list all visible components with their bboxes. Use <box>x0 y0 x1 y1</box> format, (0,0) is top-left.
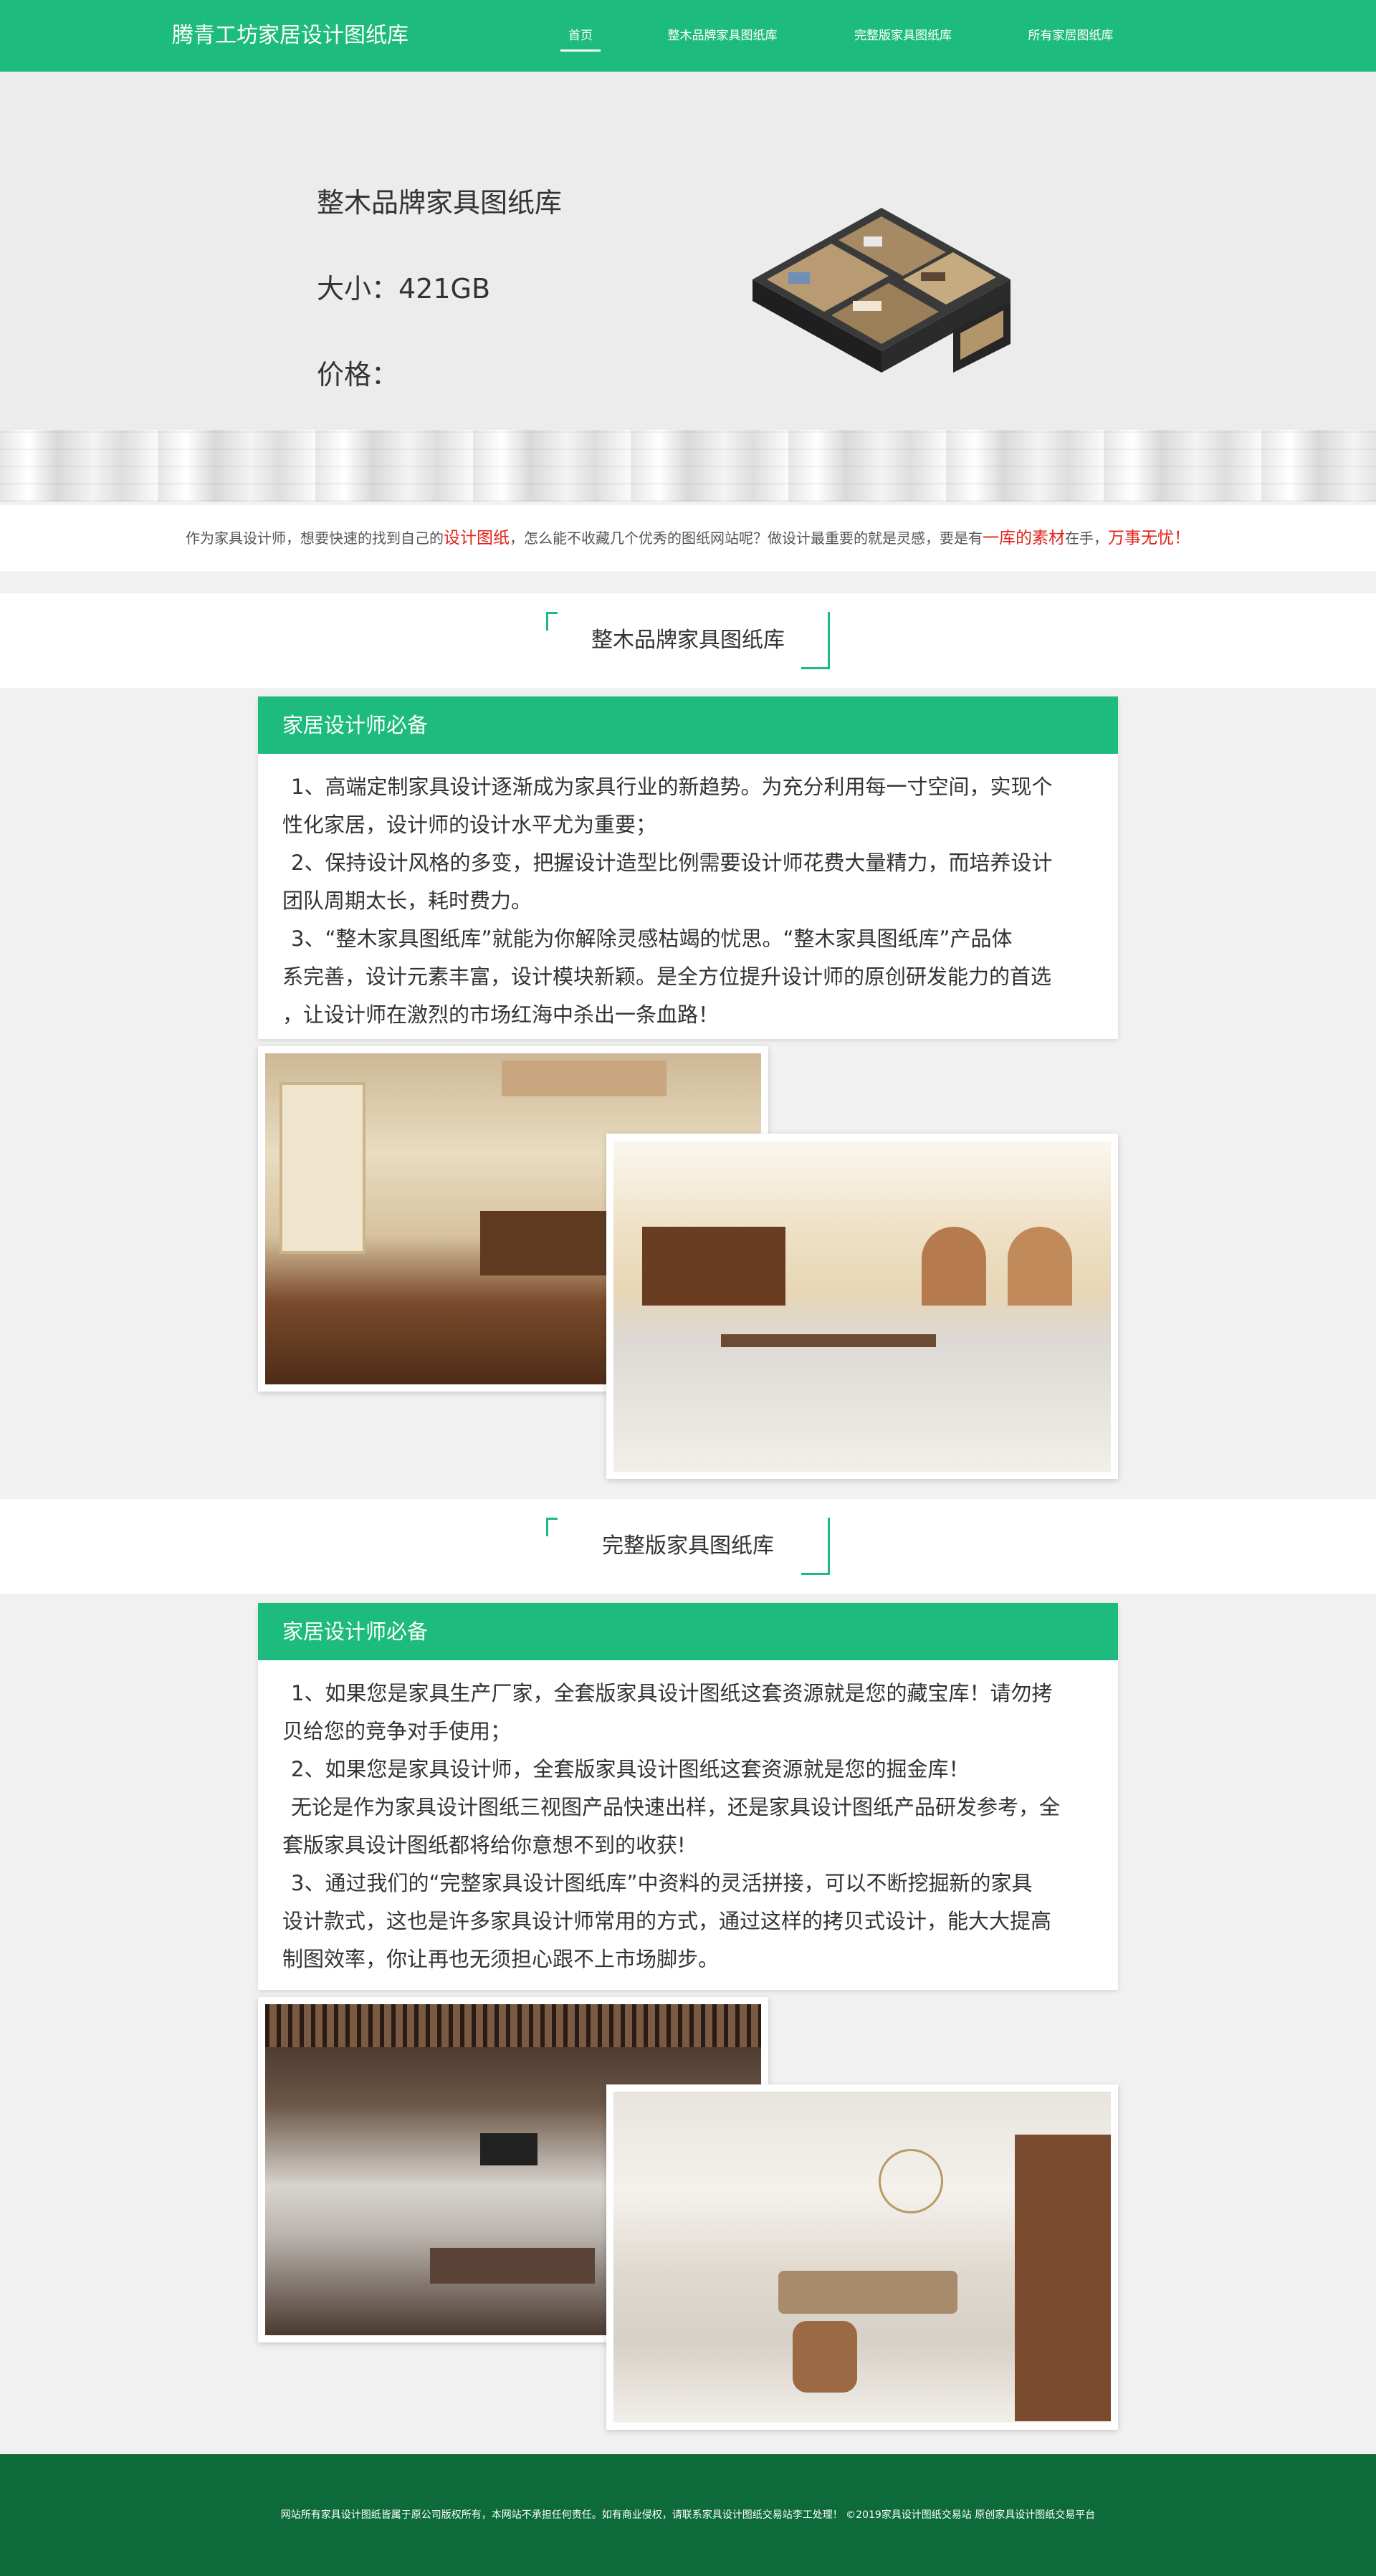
card-line: 1、如果您是家具生产厂家，全套版家具设计图纸这套资源就是您的藏宝库！请勿拷 <box>291 1681 1053 1705</box>
floorplan-illustration <box>752 208 1010 373</box>
card-line: 团队周期太长，耗时费力。 <box>282 889 532 913</box>
card-line: 3、通过我们的“完整家具设计图纸库”中资料的灵活拼接，可以不断挖掘新的家具 <box>291 1871 1033 1895</box>
section-2-card-title: 家居设计师必备 <box>258 1603 1118 1660</box>
card-line: 系完善，设计元素丰富，设计模块新颖。是全方位提升设计师的原创研发能力的首选 <box>282 964 1052 989</box>
nav-home[interactable]: 首页 <box>560 0 601 72</box>
section-2-card: 家居设计师必备 1、如果您是家具生产厂家，全套版家具设计图纸这套资源就是您的藏宝… <box>258 1603 1118 1990</box>
tagline-highlight-2: 一库的素材 <box>983 529 1065 547</box>
section-1-card-title: 家居设计师必备 <box>258 696 1118 754</box>
classic-hall-photo <box>606 1134 1118 1479</box>
card-line: 2、如果您是家具设计师，全套版家具设计图纸这套资源就是您的掘金库！ <box>291 1757 970 1781</box>
card-line: 贝给您的竞争对手使用； <box>282 1719 512 1743</box>
tagline-part-1: 作为家具设计师，想要快速的找到自己的 <box>186 530 444 547</box>
section-2-title-box: 完整版家具图纸库 <box>546 1518 830 1575</box>
card-line: 3、“整木家具图纸库”就能为你解除灵感枯竭的忧思。“整木家具图纸库”产品体 <box>291 927 1013 951</box>
card-line: 套版家具设计图纸都将给你意想不到的收获! <box>282 1833 686 1857</box>
card-line: 1、高端定制家具设计逐渐成为家具行业的新趋势。为充分利用每一寸空间，实现个 <box>291 775 1053 799</box>
card-line: 2、保持设计风格的多变，把握设计造型比例需要设计师花费大量精力，而培养设计 <box>291 851 1053 875</box>
nav-full-library[interactable]: 完整版家具图纸库 <box>851 0 955 72</box>
card-line: 设计款式，这也是许多家具设计师常用的方式，通过这样的拷贝式设计，能大大提高 <box>282 1909 1052 1933</box>
section-2-band: 完整版家具图纸库 <box>0 1499 1376 1594</box>
site-brand[interactable]: 腾青工坊家居设计图纸库 <box>172 0 408 72</box>
card-line: ，让设计师在激烈的市场红海中杀出一条血路！ <box>282 1002 720 1027</box>
hero-title: 整木品牌家具图纸库 <box>317 187 563 219</box>
tagline: 作为家具设计师，想要快速的找到自己的设计图纸，怎么能不收藏几个优秀的图纸网站呢？… <box>0 505 1376 571</box>
tagline-part-3: 在手， <box>1065 530 1108 547</box>
modern-lounge-photo <box>606 2084 1118 2430</box>
section-1-band: 整木品牌家具图纸库 <box>0 593 1376 688</box>
section-2-card-body: 1、如果您是家具生产厂家，全套版家具设计图纸这套资源就是您的藏宝库！请勿拷 贝给… <box>258 1660 1118 1978</box>
card-line: 制图效率，你让再也无须担心跟不上市场脚步。 <box>282 1947 720 1971</box>
tagline-part-2: ，怎么能不收藏几个优秀的图纸网站呢？做设计最重要的就是灵感，要是有 <box>510 530 983 547</box>
nav-wood-brand-library[interactable]: 整木品牌家具图纸库 <box>664 0 781 72</box>
hero-banner: 整木品牌家具图纸库 大小：421GB 价格： <box>0 72 1376 502</box>
wood-floor-strip <box>0 430 1376 502</box>
section-1-card: 家居设计师必备 1、高端定制家具设计逐渐成为家具行业的新趋势。为充分利用每一寸空… <box>258 696 1118 1039</box>
section-1-title-box: 整木品牌家具图纸库 <box>546 612 830 669</box>
hero-size: 大小：421GB <box>317 273 491 305</box>
tagline-highlight-3: 万事无忧！ <box>1108 529 1190 547</box>
hero-price: 价格： <box>317 359 399 391</box>
tagline-highlight-1: 设计图纸 <box>444 529 510 547</box>
footer-copyright: 网站所有家具设计图纸皆属于原公司版权所有，本网站不承担任何责任。如有商业侵权，请… <box>280 2509 1096 2521</box>
nav-all-library[interactable]: 所有家居图纸库 <box>1024 0 1117 72</box>
section-1-title: 整木品牌家具图纸库 <box>591 628 785 653</box>
top-header: 腾青工坊家居设计图纸库 首页 整木品牌家具图纸库 完整版家具图纸库 所有家居图纸… <box>0 0 1376 72</box>
card-line: 无论是作为家具设计图纸三视图产品快速出样，还是家具设计图纸产品研发参考，全 <box>291 1795 1061 1819</box>
site-footer: 网站所有家具设计图纸皆属于原公司版权所有，本网站不承担任何责任。如有商业侵权，请… <box>0 2454 1376 2576</box>
section-1-card-body: 1、高端定制家具设计逐渐成为家具行业的新趋势。为充分利用每一寸空间，实现个 性化… <box>258 754 1118 1034</box>
card-line: 性化家居，设计师的设计水平尤为重要； <box>282 813 657 837</box>
section-2-title: 完整版家具图纸库 <box>602 1533 774 1558</box>
